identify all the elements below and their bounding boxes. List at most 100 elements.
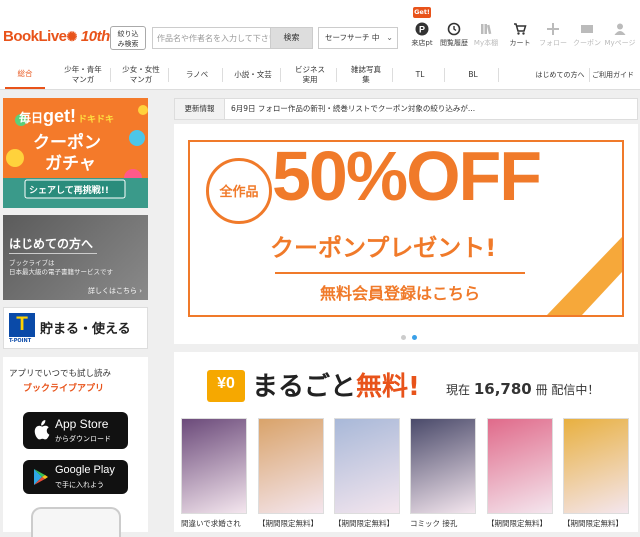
free-stats-suffix: 冊 配信中！: [535, 383, 600, 397]
google-play-button[interactable]: Google Play で手に入れよう: [23, 460, 128, 494]
app-download-box: アプリでいつでも試し読み ブックライブアプリ App Store からダウンロー…: [3, 357, 148, 537]
category-menu: 総合 少年・青年マンガ 少女・女性マンガ ラノベ 小説・文芸 ビジネス実用 雑誌…: [0, 60, 640, 90]
booklive-logo[interactable]: BookLive✺ 10th: [3, 28, 110, 45]
carousel-dot-1[interactable]: [401, 335, 406, 340]
follow-icon: [547, 23, 559, 35]
sparkle-icon: ✺: [66, 29, 78, 44]
link-hajimete[interactable]: はじめての方へ: [530, 60, 590, 89]
visit-pt-label: 来店pt: [411, 39, 433, 47]
gplay-sub: で手に入れよう: [55, 481, 104, 489]
tab-novel[interactable]: 小説・文芸: [225, 60, 281, 89]
tab-business[interactable]: ビジネス実用: [283, 60, 337, 89]
yen-badge-text: ¥0: [217, 375, 235, 392]
hero-banner[interactable]: 全作品 50%OFF クーポンプレゼント! 無料会員登録はこちら: [188, 137, 624, 317]
tab-tl[interactable]: TL: [395, 60, 445, 89]
app-line2: ブックライブアプリ: [23, 384, 105, 394]
book-title[interactable]: 【期間限定無料】: [258, 518, 328, 529]
mypage-label: Myページ: [604, 39, 636, 47]
tab-ranobe[interactable]: ラノベ: [171, 60, 223, 89]
gacha-line1: 毎日: [19, 111, 44, 125]
tab-ranobe-label: ラノベ: [185, 69, 209, 79]
book-cover[interactable]: [487, 418, 553, 514]
history-icon: [447, 22, 461, 36]
book-cover[interactable]: [258, 418, 324, 514]
tpoint-logo-icon: T: [9, 313, 35, 337]
hajime-link[interactable]: 詳しくはこちら ›: [88, 286, 142, 296]
news-label: 更新情報: [175, 99, 225, 119]
app-line1: アプリでいつでも試し読み: [9, 369, 112, 379]
search-input[interactable]: 作品名や作者名を入力して下さい: [152, 27, 270, 49]
carousel-dots: [398, 325, 420, 344]
carousel-dot-2[interactable]: [412, 335, 417, 340]
tab-shojo[interactable]: 少女・女性マンガ: [113, 60, 169, 89]
hero-cta: 無料会員登録はこちら: [319, 284, 480, 303]
tab-sogo[interactable]: 総合: [5, 60, 45, 89]
free-count: 16,780: [473, 380, 532, 398]
hajime-desc2: 日本最大級の電子書籍サービスです: [9, 268, 113, 276]
tab-magazine[interactable]: 雑誌写真集: [339, 60, 393, 89]
book-title[interactable]: コミック 接孔: [410, 518, 480, 529]
tpoint-sub: T-POINT: [9, 338, 32, 344]
book-cover[interactable]: [563, 418, 629, 514]
tab-shonen-label: 少年・青年マンガ: [64, 64, 102, 84]
link-guide[interactable]: ご利用ガイド: [592, 60, 640, 89]
tpoint-banner[interactable]: T T-POINT 貯まる・使える: [3, 307, 148, 349]
gacha-get: get!: [43, 106, 77, 126]
safe-search-select[interactable]: セーフサーチ 中 ⌄: [318, 27, 398, 49]
svg-text:P: P: [419, 25, 425, 35]
link-guide-label: ご利用ガイド: [592, 70, 634, 79]
free-title: まるごと無料!: [252, 366, 420, 403]
news-text: 6月9日 フォロー作品の新刊・続巻リストでクーポン対象の絞り込みが...: [231, 104, 476, 113]
mypage-button[interactable]: Myページ: [603, 22, 637, 48]
coupon-button[interactable]: クーポン: [570, 22, 604, 48]
book-cover[interactable]: [410, 418, 476, 514]
tab-shojo-label: 少女・女性マンガ: [122, 64, 160, 84]
news-ticker[interactable]: 更新情報 6月9日 フォロー作品の新刊・続巻リストでクーポン対象の絞り込みが..…: [174, 98, 638, 120]
site-header: BookLive✺ 10th 絞り込み検索 作品名や作者名を入力して下さい 検索 …: [0, 0, 640, 60]
gacha-dokidoki: ドキドキ: [78, 115, 115, 125]
narrow-search-button[interactable]: 絞り込み検索: [110, 26, 146, 50]
hero-divider: [275, 272, 525, 274]
get-badge: Get!: [413, 7, 431, 18]
free-stats: 現在 16,780 冊 配信中！: [446, 380, 599, 398]
logo-10th-badge: 10th: [80, 28, 110, 45]
apple-icon: [34, 420, 50, 440]
history-button[interactable]: 閲覧履歴: [437, 22, 471, 48]
link-hajimete-label: はじめての方へ: [535, 70, 585, 79]
tab-shonen[interactable]: 少年・青年マンガ: [55, 60, 111, 89]
hero-badge-text: 全作品: [219, 185, 259, 200]
search-button[interactable]: 検索: [270, 27, 313, 49]
tab-novel-label: 小説・文芸: [234, 69, 272, 79]
gplay-title: Google Play: [55, 464, 115, 476]
book-title[interactable]: 【期間限定無料】: [563, 518, 633, 529]
book-cover[interactable]: [181, 418, 247, 514]
free-stats-prefix: 現在: [446, 383, 471, 397]
hero-discount: 50%OFF: [272, 137, 542, 215]
coupon-gacha-banner[interactable]: 毎日get! ドキドキ クーポン ガチャ シェアして再挑戦!!: [3, 98, 148, 208]
book-title[interactable]: 【期間限定無料】: [487, 518, 557, 529]
appstore-title: App Store: [55, 417, 109, 431]
coupon-label: クーポン: [573, 39, 601, 47]
free-title-b: 無料!: [356, 372, 420, 402]
app-store-button[interactable]: App Store からダウンロード: [23, 412, 128, 449]
cart-label: カート: [509, 39, 531, 47]
tab-business-label: ビジネス実用: [295, 64, 325, 84]
follow-label: フォロー: [539, 39, 567, 47]
hero-badge: 全作品: [206, 158, 272, 224]
tab-bl[interactable]: BL: [447, 60, 499, 89]
follow-button[interactable]: フォロー: [536, 22, 570, 48]
book-cover[interactable]: [334, 418, 400, 514]
book-title[interactable]: 間違いで求婚され: [181, 518, 251, 529]
google-play-icon: [34, 469, 48, 485]
hajimete-banner[interactable]: はじめての方へ ブックライブは 日本最大級の電子書籍サービスです 詳しくはこちら…: [3, 215, 148, 300]
tab-magazine-label: 雑誌写真集: [351, 64, 381, 84]
chevron-right-icon: ›: [139, 287, 142, 295]
bookshelf-button[interactable]: My本棚: [469, 22, 503, 48]
cart-button[interactable]: カート: [503, 22, 537, 48]
narrow-search-label: 絞り込み検索: [117, 30, 139, 48]
tab-sogo-label: 総合: [17, 68, 33, 78]
cart-icon: [514, 23, 527, 35]
book-title[interactable]: 【期間限定無料】: [334, 518, 404, 529]
search-placeholder: 作品名や作者名を入力して下さい: [157, 34, 270, 43]
visit-pt-button[interactable]: P 来店pt: [405, 22, 439, 48]
